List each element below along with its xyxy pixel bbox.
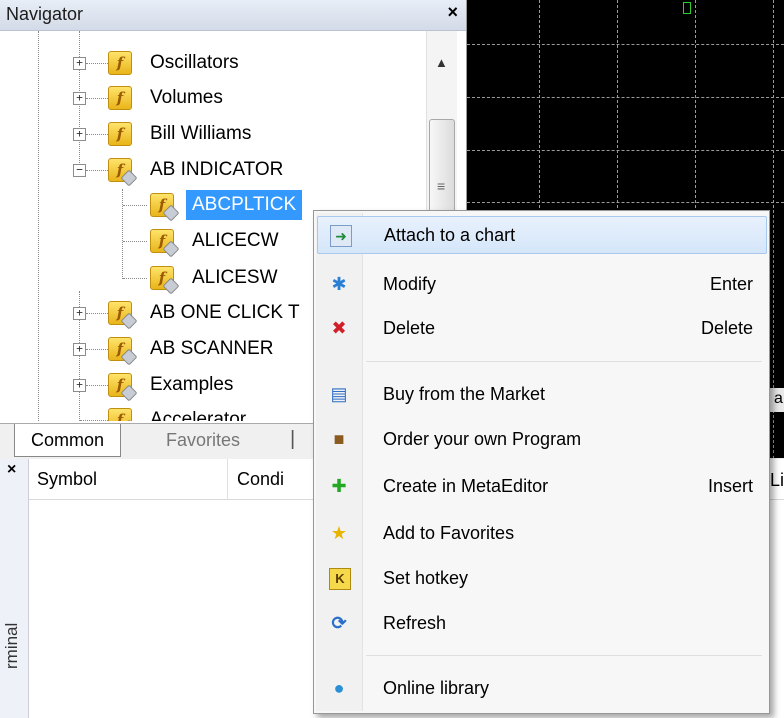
briefcase-icon: ■	[333, 429, 345, 449]
menu-item-create-in-metaeditor[interactable]: ✚ Create in MetaEditor Insert	[317, 468, 765, 504]
scroll-up-icon[interactable]: ▲	[435, 55, 448, 70]
menu-item-label: Set hotkey	[383, 568, 469, 588]
market-icon: ▤	[330, 384, 348, 404]
navigator-close-button[interactable]: ×	[447, 2, 458, 23]
custom-indicator-icon: f	[108, 408, 138, 421]
custom-indicator-icon: f	[150, 266, 180, 295]
grip-icon: ≡	[437, 178, 446, 194]
star-add-icon: ★	[330, 523, 348, 543]
menu-separator	[366, 655, 762, 656]
menu-item-label: Attach to a chart	[384, 225, 516, 245]
tree-item-volumes[interactable]: + f Volumes	[0, 83, 420, 113]
terminal-close-button[interactable]: ×	[7, 461, 16, 479]
tree-item-label: Oscillators	[150, 52, 239, 73]
tree-connector	[123, 278, 147, 279]
menu-item-order-program[interactable]: ■ Order your own Program	[317, 421, 765, 457]
tree-item-label: Examples	[150, 374, 234, 395]
menu-item-add-to-favorites[interactable]: ★ Add to Favorites	[317, 515, 765, 551]
custom-indicator-icon: f	[150, 229, 180, 258]
terminal-edge-label: 5	[770, 440, 781, 460]
tree-connector	[80, 420, 108, 421]
navigator-title: Navigator	[6, 4, 84, 24]
tree-item-label: AB SCANNER	[150, 338, 274, 359]
custom-indicator-icon: f	[150, 193, 180, 222]
delete-x-icon: ✖	[331, 318, 347, 338]
menu-item-label: Create in MetaEditor	[383, 476, 549, 496]
tree-connector	[123, 241, 147, 242]
menu-item-label: Buy from the Market	[383, 384, 546, 404]
menu-item-delete[interactable]: ✖ Delete Delete	[317, 310, 765, 346]
indicator-folder-icon: f	[108, 51, 132, 75]
tab-favorites[interactable]: Favorites	[150, 424, 256, 456]
tree-connector	[123, 205, 147, 206]
chart-tab-label: a	[774, 390, 783, 407]
tree-item-label: Bill Williams	[150, 123, 252, 144]
price-candle	[683, 2, 691, 14]
gear-icon: ✱	[331, 274, 347, 294]
expand-icon[interactable]: +	[73, 307, 86, 320]
attach-chart-icon: ➜	[330, 225, 352, 247]
menu-item-label: Order your own Program	[383, 429, 582, 449]
tab-common[interactable]: Common	[14, 424, 122, 457]
tree-item-ab-indicator[interactable]: − f AB INDICATOR	[0, 155, 420, 187]
custom-indicator-folder-icon: f	[108, 301, 138, 330]
tree-item-label: AB INDICATOR	[150, 159, 284, 180]
custom-indicator-folder-icon: f	[108, 337, 138, 366]
refresh-icon: ⟳	[331, 613, 347, 633]
navigator-header: Navigator ×	[0, 0, 466, 31]
terminal-side-label: rminal	[2, 622, 21, 669]
tree-item-label: ALICESW	[192, 267, 278, 288]
hotkey-icon: K	[329, 568, 351, 590]
menu-item-label: Add to Favorites	[383, 523, 515, 543]
tree-item-oscillators[interactable]: + f Oscillators	[0, 48, 420, 78]
column-symbol[interactable]: Symbol	[29, 459, 228, 499]
menu-item-set-hotkey[interactable]: K Set hotkey	[317, 560, 765, 596]
menu-item-label: Online library	[383, 678, 490, 698]
tree-item-label: Accelerator	[150, 409, 247, 421]
menu-item-modify[interactable]: ✱ Modify Enter	[317, 266, 765, 302]
menu-item-label: Modify	[383, 274, 437, 294]
menu-item-buy-from-market[interactable]: ▤ Buy from the Market	[317, 376, 765, 412]
tree-item-label: ALICECW	[192, 230, 279, 251]
expand-icon[interactable]: +	[73, 57, 86, 70]
context-menu: ➜ Attach to a chart ✱ Modify Enter ✖ Del…	[313, 210, 770, 714]
grid-line	[467, 150, 784, 151]
globe-icon: ●	[333, 678, 345, 698]
expand-icon[interactable]: +	[73, 128, 86, 141]
menu-item-shortcut: Delete	[700, 318, 753, 338]
expand-icon[interactable]: +	[73, 343, 86, 356]
custom-indicator-folder-icon: f	[108, 158, 138, 187]
tab-separator: |	[290, 428, 296, 450]
grid-line	[467, 97, 784, 98]
plus-icon: ✚	[331, 476, 347, 496]
grid-line	[467, 44, 784, 45]
column-edge-label: Li	[770, 470, 784, 490]
indicator-folder-icon: f	[108, 122, 132, 146]
terminal-sidebar: × rminal	[0, 459, 29, 718]
custom-indicator-folder-icon: f	[108, 373, 138, 402]
menu-item-attach-to-chart[interactable]: ➜ Attach to a chart	[317, 216, 767, 254]
grid-line	[467, 202, 784, 203]
tree-item-label: ABCPLTICK	[186, 190, 303, 220]
menu-item-shortcut: Insert	[707, 476, 753, 496]
collapse-icon[interactable]: −	[73, 164, 86, 177]
menu-separator	[366, 361, 762, 362]
tree-item-label: Volumes	[150, 87, 223, 108]
expand-icon[interactable]: +	[73, 92, 86, 105]
menu-item-shortcut: Enter	[709, 274, 753, 294]
menu-item-label: Delete	[383, 318, 436, 338]
tree-item-bill-williams[interactable]: + f Bill Williams	[0, 119, 420, 149]
menu-item-online-library[interactable]: ● Online library	[317, 670, 765, 706]
expand-icon[interactable]: +	[73, 379, 86, 392]
menu-item-refresh[interactable]: ⟳ Refresh	[317, 605, 765, 641]
menu-item-label: Refresh	[383, 613, 447, 633]
indicator-folder-icon: f	[108, 86, 132, 110]
tree-item-label: AB ONE CLICK T	[150, 302, 300, 323]
